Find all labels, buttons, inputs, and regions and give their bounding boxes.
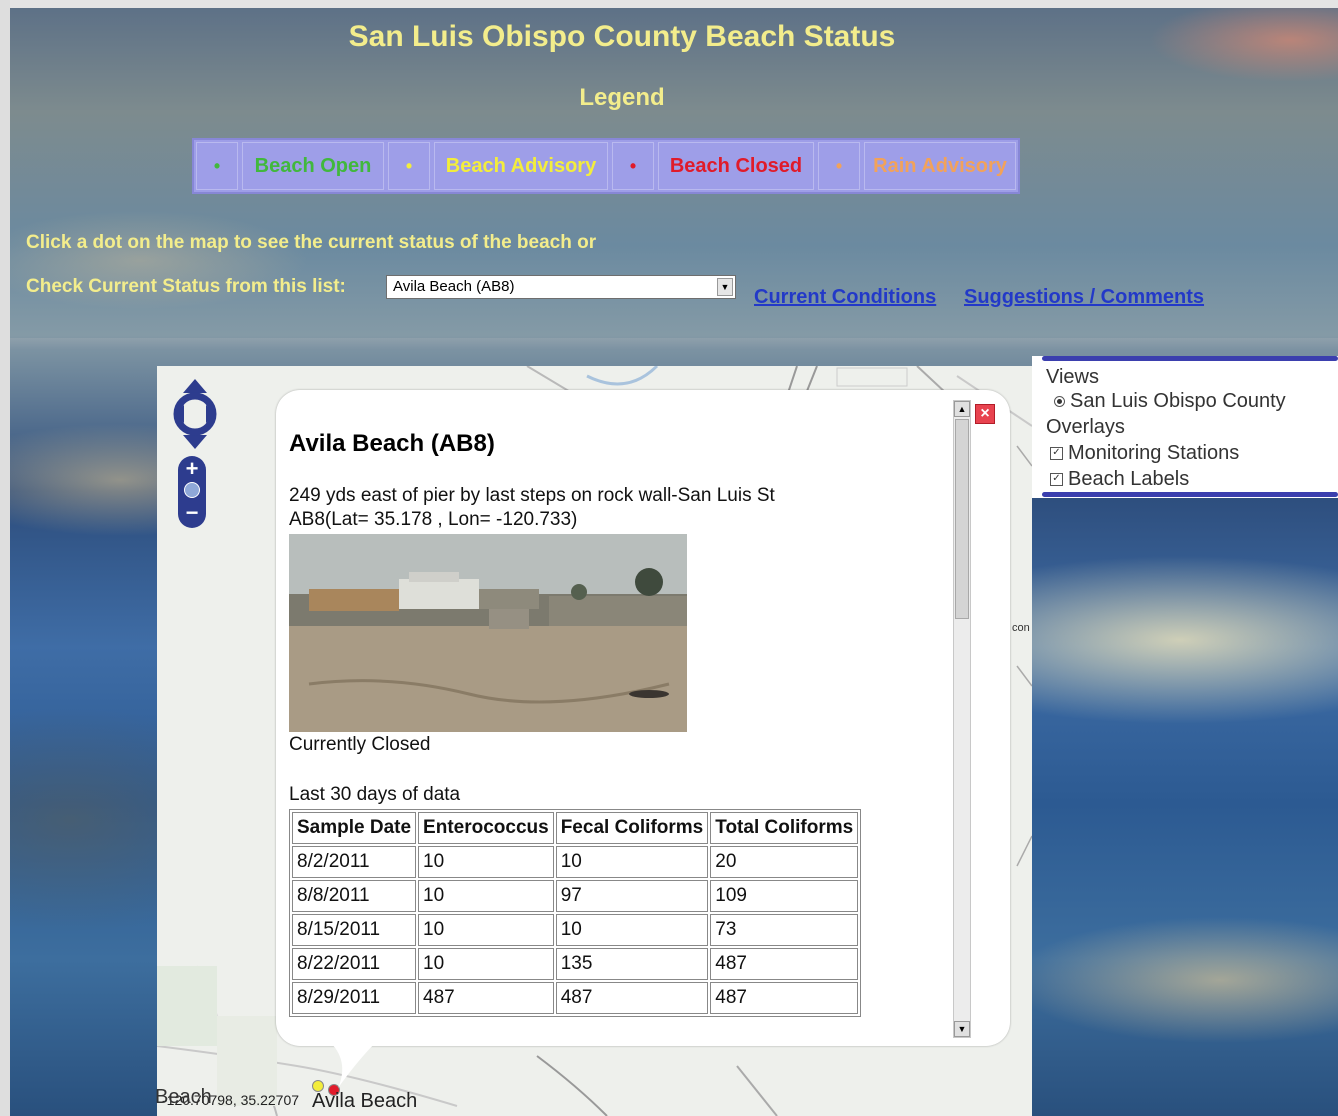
current-conditions-link[interactable]: Current Conditions <box>754 286 936 309</box>
table-row: 8/2/2011 10 10 20 <box>292 846 859 878</box>
scroll-up-icon[interactable]: ▲ <box>954 401 970 417</box>
station-status: Currently Closed <box>289 734 431 755</box>
cell-fecal: 97 <box>555 880 709 912</box>
page-title: San Luis Obispo County Beach Status <box>348 20 896 53</box>
suggestions-link[interactable]: Suggestions / Comments <box>964 286 1204 309</box>
header-enterococcus: Enterococcus <box>418 812 554 844</box>
list-instruction: Check Current Status from this list: <box>26 276 346 297</box>
header-fecal-coliforms: Fecal Coliforms <box>555 812 709 844</box>
station-select[interactable]: Avila Beach (AB8) ▼ <box>386 275 736 299</box>
header-divider <box>10 338 1338 350</box>
overlays-label: Overlays <box>1046 416 1125 438</box>
table-row: 8/29/2011 487 487 487 <box>292 982 859 1014</box>
legend-table: • Beach Open • Beach Advisory • Beach Cl… <box>192 138 1020 194</box>
beach-photo-drawing <box>289 534 687 732</box>
layer-switcher: Views San Luis Obispo County Overlays ✓ M… <box>1032 356 1338 498</box>
zoom-world-icon[interactable] <box>184 482 200 498</box>
table-row: 8/8/2011 10 97 109 <box>292 880 859 912</box>
cell-total: 73 <box>710 914 859 946</box>
overlay-label: Monitoring Stations <box>1068 442 1240 464</box>
view-option-slo[interactable]: San Luis Obispo County <box>1054 390 1286 413</box>
cell-total: 20 <box>710 846 859 878</box>
table-row: 8/15/2011 10 10 73 <box>292 914 859 946</box>
select-arrow-icon[interactable]: ▼ <box>717 278 733 296</box>
page-left-border <box>0 0 10 1116</box>
popup-close-icon[interactable]: × <box>975 404 995 424</box>
cell-date: 8/2/2011 <box>292 846 417 878</box>
pan-control-icon[interactable] <box>172 377 218 451</box>
cell-enterococcus: 487 <box>418 982 554 1014</box>
station-select-value: Avila Beach (AB8) <box>393 278 515 295</box>
cell-date: 8/29/2011 <box>292 982 417 1014</box>
panel-bottom-bar <box>1042 492 1338 497</box>
zoom-out-button[interactable]: − <box>178 502 206 524</box>
popup-scrollbar[interactable]: ▲ ▼ <box>953 400 971 1038</box>
legend-rain-dot: • <box>818 142 860 190</box>
scroll-thumb[interactable] <box>955 419 969 619</box>
cell-fecal: 135 <box>555 948 709 980</box>
map-instruction: Click a dot on the map to see the curren… <box>26 232 597 253</box>
popup-description: 249 yds east of pier by last steps on ro… <box>289 484 775 532</box>
checkbox-checked-icon[interactable]: ✓ <box>1050 447 1063 461</box>
cell-date: 8/15/2011 <box>292 914 417 946</box>
legend-closed-label: Beach Closed <box>658 142 814 190</box>
cell-fecal: 487 <box>555 982 709 1014</box>
legend-advisory-dot: • <box>388 142 430 190</box>
cell-enterococcus: 10 <box>418 948 554 980</box>
table-row: 8/22/2011 10 135 487 <box>292 948 859 980</box>
sample-data-table: Sample Date Enterococcus Fecal Coliforms… <box>289 809 862 1017</box>
cell-date: 8/8/2011 <box>292 880 417 912</box>
station-location: AB8(Lat= 35.178 , Lon= -120.733) <box>289 509 578 530</box>
zoom-in-button[interactable]: + <box>178 458 206 480</box>
legend-advisory-label: Beach Advisory <box>434 142 608 190</box>
views-label: Views <box>1046 366 1099 388</box>
legend-title: Legend <box>579 84 665 111</box>
map-town-label: Avila Beach <box>312 1090 418 1112</box>
popup-title: Avila Beach (AB8) <box>289 430 495 457</box>
legend-open-dot: • <box>196 142 238 190</box>
cell-date: 8/22/2011 <box>292 948 417 980</box>
cell-enterococcus: 10 <box>418 880 554 912</box>
legend-open-label: Beach Open <box>242 142 384 190</box>
map-side-label: con <box>1012 622 1030 634</box>
overlay-label: Beach Labels <box>1068 468 1190 490</box>
legend-closed-dot: • <box>612 142 654 190</box>
scroll-down-icon[interactable]: ▼ <box>954 1021 970 1037</box>
header-sample-date: Sample Date <box>292 812 417 844</box>
checkbox-checked-icon[interactable]: ✓ <box>1050 473 1063 487</box>
cell-enterococcus: 10 <box>418 846 554 878</box>
legend-rain-label: Rain Advisory <box>864 142 1016 190</box>
cell-total: 487 <box>710 948 859 980</box>
page-top-border <box>0 0 1338 8</box>
station-description: 249 yds east of pier by last steps on ro… <box>289 485 775 506</box>
overlay-beach-labels[interactable]: ✓ Beach Labels <box>1050 468 1189 491</box>
zoom-control: + − <box>178 456 206 528</box>
data-caption: Last 30 days of data <box>289 784 461 805</box>
table-header-row: Sample Date Enterococcus Fecal Coliforms… <box>292 812 859 844</box>
view-option-label: San Luis Obispo County <box>1070 390 1286 412</box>
beach-photo <box>289 534 687 732</box>
overlay-monitoring-stations[interactable]: ✓ Monitoring Stations <box>1050 442 1239 465</box>
cell-fecal: 10 <box>555 914 709 946</box>
cell-total: 487 <box>710 982 859 1014</box>
map-beach-label: Beach <box>155 1086 212 1108</box>
radio-selected-icon[interactable] <box>1054 396 1065 408</box>
cell-enterococcus: 10 <box>418 914 554 946</box>
cell-total: 109 <box>710 880 859 912</box>
cell-fecal: 10 <box>555 846 709 878</box>
header-total-coliforms: Total Coliforms <box>710 812 859 844</box>
panel-top-bar <box>1042 356 1338 361</box>
popup-tail <box>328 1040 378 1088</box>
